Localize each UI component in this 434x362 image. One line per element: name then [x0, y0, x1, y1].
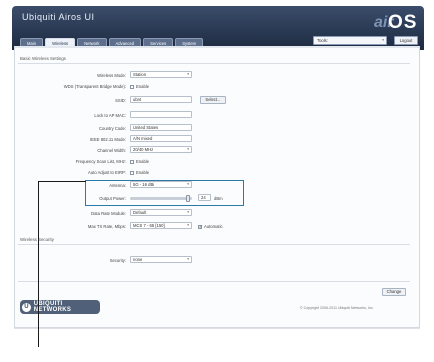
chevron-down-icon: ▾	[187, 210, 189, 214]
max-tx-value: MCS 7 - 65 [150]	[133, 223, 165, 228]
callout-leader-horizontal	[38, 181, 86, 182]
lock-ap-input[interactable]	[130, 111, 192, 118]
channel-width-value: 20/40 MHz	[133, 147, 154, 152]
checkbox-icon	[130, 170, 134, 175]
lock-ap-label: Lock to AP MAC:	[94, 113, 126, 118]
wireless-mode-label: Wireless Mode:	[97, 73, 126, 78]
wds-label: WDS (Transparent Bridge Mode):	[63, 84, 126, 89]
freq-scan-check-label: Enable	[136, 159, 150, 164]
chevron-down-icon: ▾	[187, 257, 189, 261]
security-value: none	[133, 257, 143, 262]
wireless-mode-value: Station	[133, 72, 147, 77]
stage: Ubiquiti Airos UI air OS Main Wireless N…	[0, 0, 434, 362]
section-title-security: Wireless Security	[20, 237, 54, 242]
freq-scan-checkbox[interactable]: Enable	[130, 159, 149, 164]
ieee-mode-field: A/N mixed	[130, 135, 192, 142]
section-divider	[18, 63, 410, 64]
chevron-down-icon: ▾	[382, 38, 384, 42]
chevron-down-icon: ▾	[187, 72, 189, 76]
section-divider	[18, 244, 410, 245]
section-title-basic: Basic Wireless Settings	[20, 56, 66, 61]
wds-checkbox[interactable]: Enable	[130, 84, 149, 89]
data-rate-label: Data Rate Module:	[91, 211, 126, 216]
checkbox-icon	[130, 159, 134, 164]
country-code-field: United States	[130, 124, 192, 131]
callout-highlight-box	[85, 180, 244, 206]
data-rate-select[interactable]: Default ▾	[130, 209, 192, 216]
auto-adjust-check-label: Enable	[136, 170, 150, 175]
callout-leader-vertical	[38, 181, 39, 347]
change-button[interactable]: Change	[382, 288, 406, 296]
ieee-mode-label: IEEE 802.11 Mode:	[89, 137, 126, 142]
automatic-checkbox[interactable]: Automatic	[198, 224, 223, 229]
max-tx-select[interactable]: MCS 7 - 65 [150] ▾	[130, 222, 192, 229]
freq-scan-label: Frequency Scan List, MHz:	[75, 159, 126, 164]
logout-button[interactable]: Logout	[394, 36, 418, 45]
logo-os-text: OS	[388, 12, 418, 33]
security-label: Security:	[109, 258, 126, 263]
auto-adjust-label: Auto Adjust to EIRP:	[88, 170, 126, 175]
data-rate-value: Default	[133, 210, 147, 215]
wireless-mode-select[interactable]: Station ▾	[130, 71, 192, 78]
footer-divider	[14, 328, 420, 329]
ubiquiti-u-icon: U	[22, 302, 31, 312]
tools-select[interactable]: Tools: ▾	[313, 36, 387, 45]
checkbox-icon	[130, 84, 134, 89]
chevron-down-icon: ▾	[187, 147, 189, 151]
security-select[interactable]: none ▾	[130, 256, 192, 263]
airos-logo: air OS	[374, 12, 418, 38]
section-divider	[18, 281, 410, 282]
channel-width-label: Channel Width:	[97, 148, 126, 153]
country-code-label: Country Code:	[99, 126, 126, 131]
tools-select-value: Tools:	[317, 38, 328, 43]
ssid-input[interactable]: ubnt	[130, 96, 192, 103]
checkbox-checked-icon	[198, 224, 202, 229]
auto-adjust-checkbox[interactable]: Enable	[130, 170, 149, 175]
automatic-check-label: Automatic	[204, 224, 223, 229]
max-tx-label: Max TX Rate, Mbps:	[87, 224, 126, 229]
channel-width-select[interactable]: 20/40 MHz ▾	[130, 146, 192, 153]
ubiquiti-logo-text: UBIQUITI NETWORKS	[33, 301, 72, 313]
wds-check-label: Enable	[136, 84, 150, 89]
select-ssid-button[interactable]: Select...	[200, 96, 226, 104]
ubiquiti-logo: U UBIQUITI NETWORKS	[20, 300, 100, 314]
app-title: Ubiquiti Airos UI	[22, 12, 95, 22]
ssid-label: SSID:	[115, 98, 126, 103]
chevron-down-icon: ▾	[187, 223, 189, 227]
copyright-text: © Copyright 2006-2011 Ubiquiti Networks,…	[300, 306, 374, 310]
